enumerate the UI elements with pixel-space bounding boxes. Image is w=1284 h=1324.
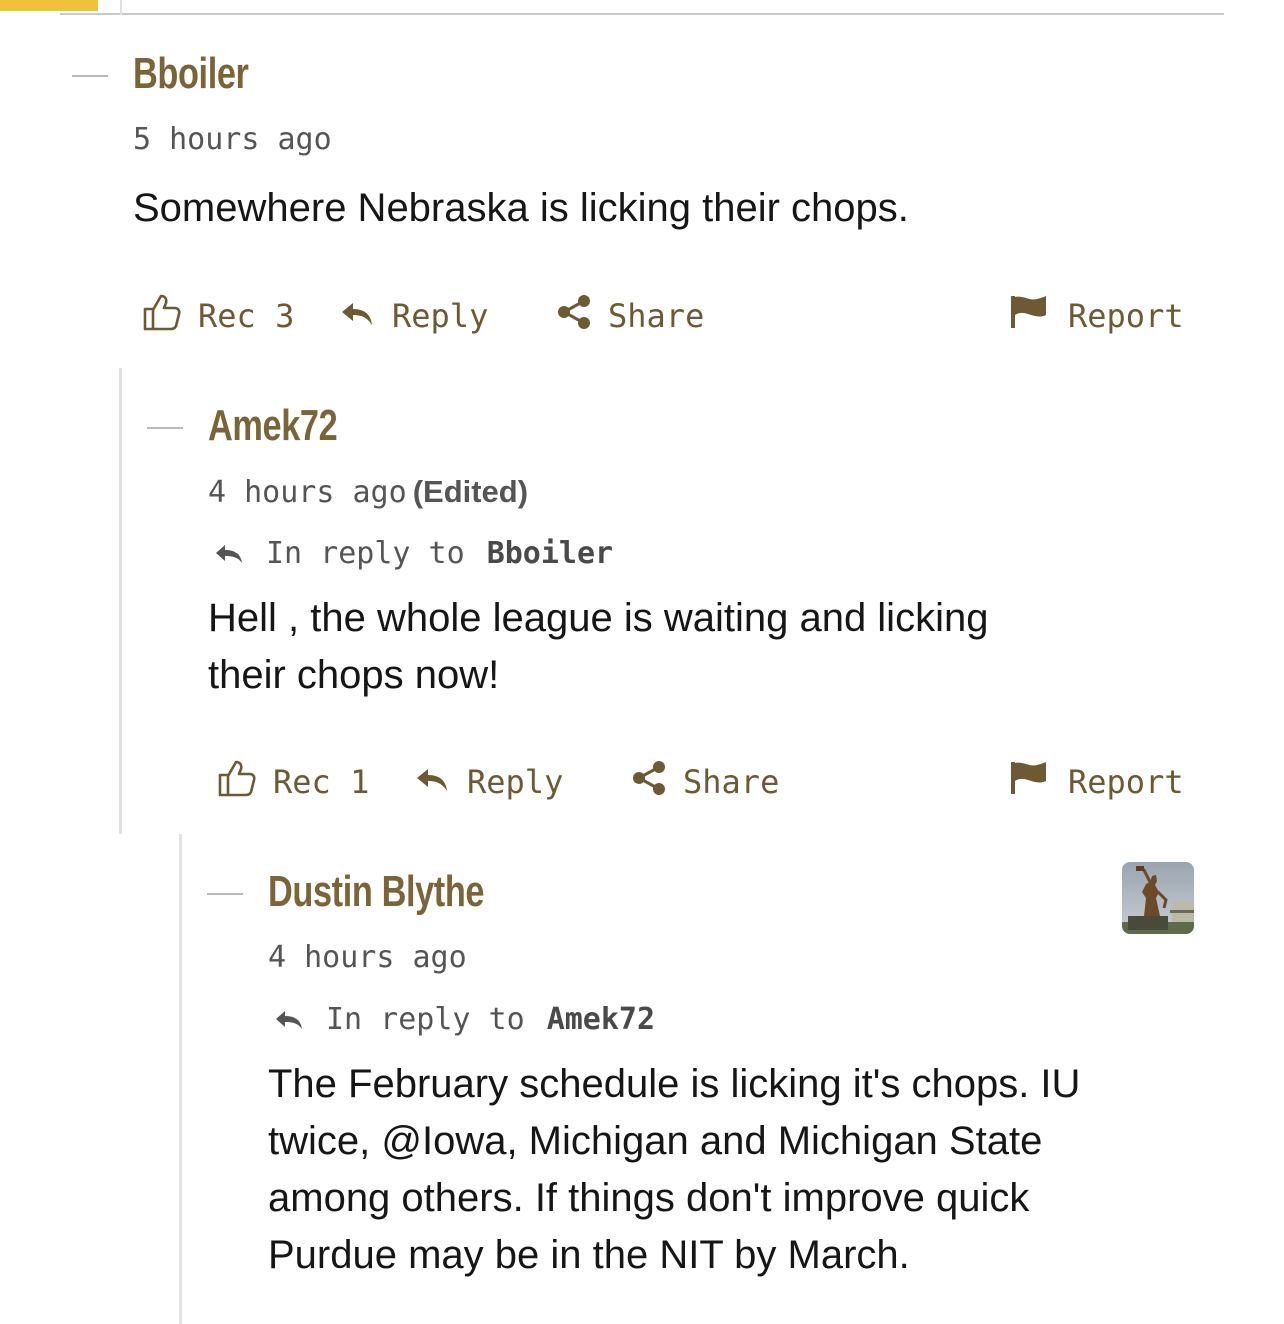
- avatar[interactable]: [1122, 862, 1194, 934]
- comment-body-line: among others. If things don't improve qu…: [268, 1176, 1030, 1220]
- timestamp-text: 4 hours ago: [268, 940, 467, 975]
- in-reply-to: In reply to Amek72: [274, 1002, 655, 1038]
- comment-body-line: twice, @Iowa, Michigan and Michigan Stat…: [268, 1119, 1043, 1163]
- comment-body-line: Purdue may be in the NIT by March.: [268, 1233, 910, 1277]
- collapse-thread-button[interactable]: [207, 893, 243, 895]
- in-reply-to-label: In reply to: [326, 1002, 525, 1037]
- reply-arrow-icon: [276, 1011, 302, 1029]
- statue-avatar-icon: [1122, 862, 1194, 934]
- comment: Dustin Blythe 4 hours ago In reply to Am…: [0, 0, 1284, 1324]
- comment-timestamp: 4 hours ago: [268, 940, 467, 976]
- comment-body: The February schedule is licking it's ch…: [268, 1056, 1080, 1284]
- in-reply-to-author[interactable]: Amek72: [547, 1002, 655, 1038]
- comment-author[interactable]: Dustin Blythe: [268, 868, 485, 916]
- comment-body-line: The February schedule is licking it's ch…: [268, 1062, 1081, 1106]
